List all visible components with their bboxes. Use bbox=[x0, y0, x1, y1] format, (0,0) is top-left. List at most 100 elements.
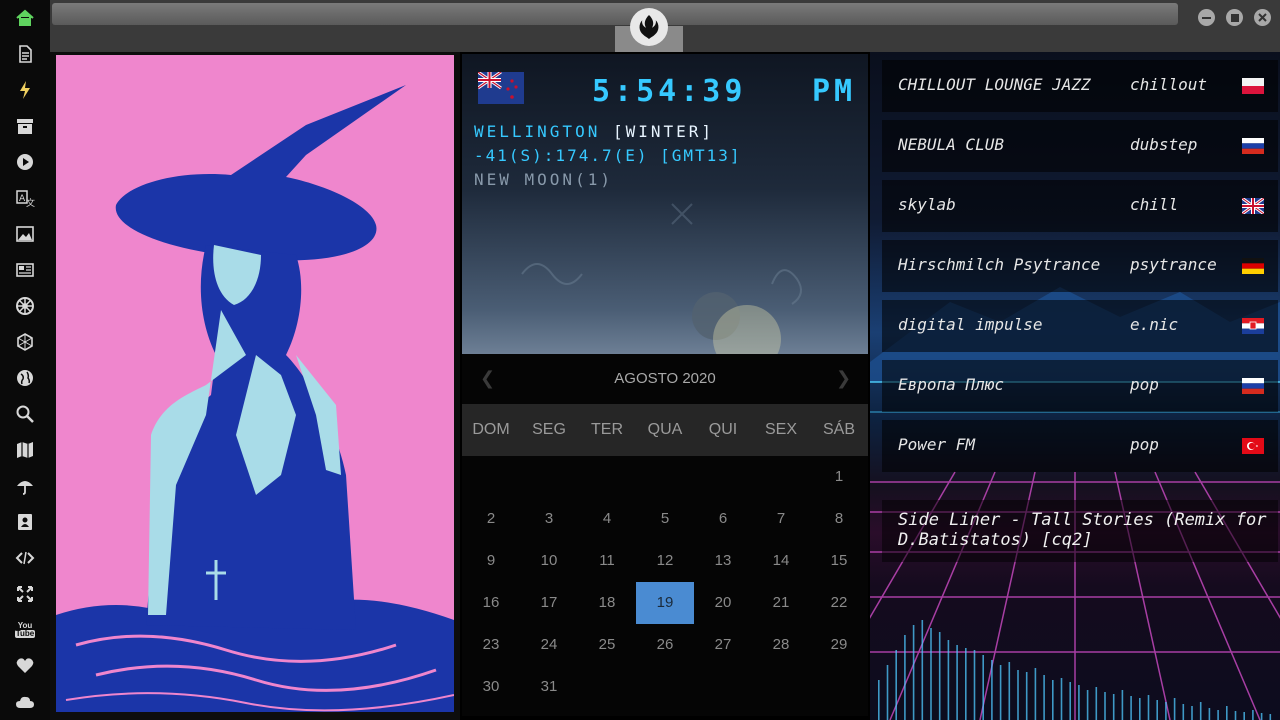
calendar-day[interactable]: 14 bbox=[752, 540, 810, 582]
clock-calendar-panel: 5:54:39 PM WELLINGTON [WINTER] -41(S):17… bbox=[460, 52, 870, 720]
youtube-icon[interactable]: You Tube bbox=[14, 619, 36, 641]
calendar-day[interactable]: 31 bbox=[520, 666, 578, 708]
calendar-day[interactable]: 22 bbox=[810, 582, 868, 624]
witch-illustration bbox=[56, 55, 454, 712]
sidebar: A 文 You Tube bbox=[0, 0, 50, 720]
turkey-flag-icon bbox=[1242, 438, 1264, 454]
calendar-day[interactable]: 25 bbox=[578, 624, 636, 666]
calendar-day[interactable]: 30 bbox=[462, 666, 520, 708]
visualizer-bar bbox=[912, 625, 915, 720]
visualizer-bar bbox=[1052, 680, 1054, 720]
wallpaper-panel bbox=[50, 52, 460, 720]
calendar-day[interactable]: 12 bbox=[636, 540, 694, 582]
visualizer-bar bbox=[1025, 672, 1028, 720]
calendar-day[interactable]: 7 bbox=[752, 498, 810, 540]
home-icon[interactable] bbox=[14, 7, 36, 29]
newspaper-icon[interactable] bbox=[14, 259, 36, 281]
calendar-day[interactable]: 18 bbox=[578, 582, 636, 624]
station-row[interactable]: NEBULA CLUB dubstep bbox=[882, 120, 1278, 172]
calendar-day[interactable]: 20 bbox=[694, 582, 752, 624]
calendar-day[interactable]: 13 bbox=[694, 540, 752, 582]
lightning-icon[interactable] bbox=[14, 79, 36, 101]
chevron-right-icon[interactable]: ❯ bbox=[836, 368, 851, 389]
station-row[interactable]: Hirschmilch Psytrance psytrance bbox=[882, 240, 1278, 292]
calendar-day[interactable]: 23 bbox=[462, 624, 520, 666]
calendar-day[interactable]: 17 bbox=[520, 582, 578, 624]
play-circle-icon[interactable] bbox=[14, 151, 36, 173]
visualizer-bar bbox=[956, 645, 958, 720]
weekday-label: DOM bbox=[472, 421, 510, 438]
weekday-label: QUA bbox=[647, 421, 683, 438]
russia-flag-icon bbox=[1242, 378, 1264, 394]
calendar-day[interactable]: 27 bbox=[694, 624, 752, 666]
calendar-day[interactable]: 24 bbox=[520, 624, 578, 666]
calendar-day[interactable]: 8 bbox=[810, 498, 868, 540]
visualizer-bar bbox=[1147, 695, 1150, 720]
expand-icon[interactable] bbox=[14, 583, 36, 605]
archive-icon[interactable] bbox=[14, 115, 36, 137]
minimize-icon[interactable] bbox=[1198, 9, 1215, 26]
station-row[interactable]: Европа Плюс pop bbox=[882, 360, 1278, 412]
visualizer-bar bbox=[1234, 711, 1237, 720]
map-icon[interactable] bbox=[14, 439, 36, 461]
calendar-day[interactable]: 21 bbox=[752, 582, 810, 624]
calendar-day[interactable]: 29 bbox=[810, 624, 868, 666]
weekday-label: TER bbox=[591, 421, 623, 438]
calendar-day[interactable]: 6 bbox=[694, 498, 752, 540]
visualizer-bar bbox=[1069, 682, 1071, 720]
cloud-icon[interactable] bbox=[14, 691, 36, 713]
station-row[interactable]: digital impulse e.nic bbox=[882, 300, 1278, 352]
empire-icon[interactable] bbox=[14, 295, 36, 317]
visualizer-bar bbox=[1226, 706, 1228, 720]
visualizer-bar bbox=[904, 635, 906, 720]
visualizer-bar bbox=[1008, 662, 1011, 720]
station-row[interactable]: CHILLOUT LOUNGE JAZZ chillout bbox=[882, 60, 1278, 112]
visualizer-bar bbox=[1199, 702, 1202, 720]
visualizer-bar bbox=[1139, 698, 1141, 720]
calendar-day[interactable]: 1 bbox=[810, 456, 868, 498]
station-name: Power FM bbox=[898, 435, 976, 454]
weekday-label: QUI bbox=[708, 421, 738, 438]
umbrella-icon[interactable] bbox=[14, 475, 36, 497]
visualizer-bar bbox=[895, 650, 897, 720]
visualizer-bar bbox=[878, 680, 880, 720]
heart-icon[interactable] bbox=[14, 655, 36, 677]
calendar-day[interactable]: 15 bbox=[810, 540, 868, 582]
code-icon[interactable] bbox=[14, 547, 36, 569]
calendar-title[interactable]: AGOSTO 2020 bbox=[462, 370, 868, 387]
calendar-day[interactable]: 11 bbox=[578, 540, 636, 582]
calendar-day[interactable]: 26 bbox=[636, 624, 694, 666]
hexagon-icon[interactable] bbox=[14, 331, 36, 353]
visualizer-bar bbox=[1252, 710, 1254, 720]
visualizer-bar bbox=[1017, 670, 1019, 720]
maximize-icon[interactable] bbox=[1226, 9, 1243, 26]
address-bar[interactable] bbox=[52, 3, 1178, 25]
calendar-day[interactable]: 28 bbox=[752, 624, 810, 666]
document-icon[interactable] bbox=[14, 43, 36, 65]
calendar-day[interactable]: 5 bbox=[636, 498, 694, 540]
calendar-day[interactable]: 10 bbox=[520, 540, 578, 582]
calendar-day[interactable]: 3 bbox=[520, 498, 578, 540]
station-name: NEBULA CLUB bbox=[898, 135, 1004, 154]
visualizer-bar bbox=[1060, 678, 1063, 720]
rebel-alliance-icon[interactable] bbox=[630, 8, 668, 46]
station-row[interactable]: Power FM pop bbox=[882, 420, 1278, 472]
close-icon[interactable] bbox=[1254, 9, 1271, 26]
station-row[interactable]: skylab chill bbox=[882, 180, 1278, 232]
image-icon[interactable] bbox=[14, 223, 36, 245]
station-genre: chillout bbox=[1130, 75, 1208, 94]
calendar-day[interactable]: 16 bbox=[462, 582, 520, 624]
search-icon[interactable] bbox=[14, 403, 36, 425]
visualizer-bar bbox=[999, 665, 1002, 720]
contact-book-icon[interactable] bbox=[14, 511, 36, 533]
visualizer-bar bbox=[1121, 690, 1124, 720]
visualizer-bar bbox=[1043, 675, 1045, 720]
calendar-day[interactable]: 2 bbox=[462, 498, 520, 540]
globe-icon[interactable] bbox=[14, 367, 36, 389]
visualizer-bar bbox=[1269, 714, 1272, 720]
translate-icon[interactable]: A文 bbox=[14, 187, 36, 209]
calendar-day-today[interactable]: 19 bbox=[636, 582, 694, 624]
calendar-day[interactable]: 9 bbox=[462, 540, 520, 582]
russia-flag-icon bbox=[1242, 138, 1264, 154]
calendar-day[interactable]: 4 bbox=[578, 498, 636, 540]
